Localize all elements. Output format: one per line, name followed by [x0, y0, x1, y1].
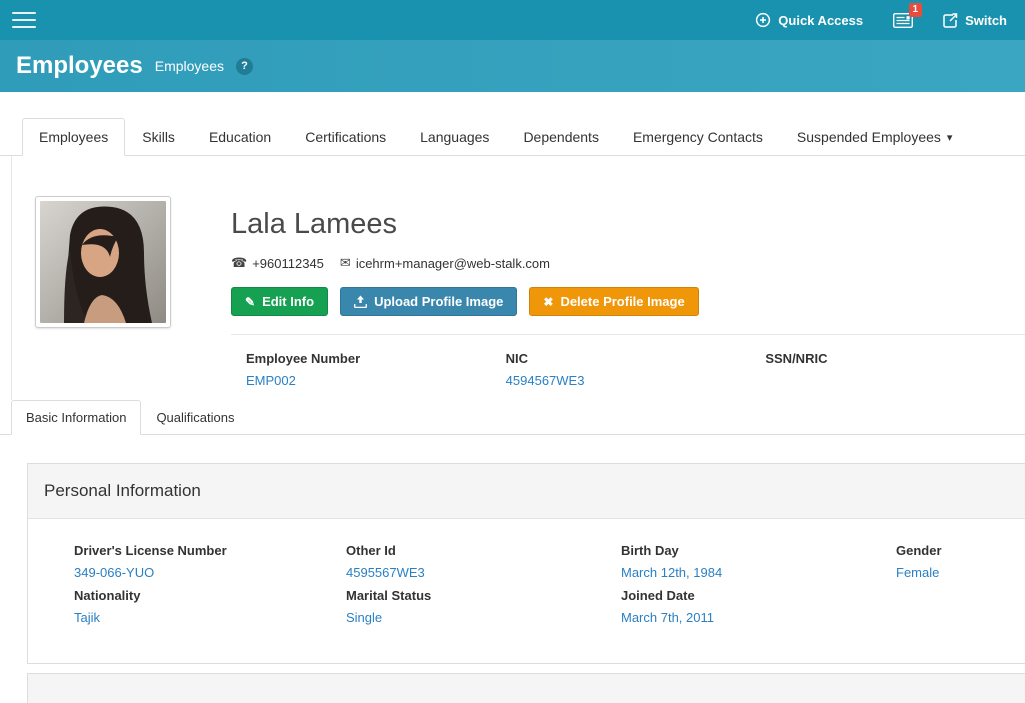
panel-title: Personal Information: [28, 464, 1025, 519]
caret-down-icon: ▾: [947, 131, 953, 144]
tab-certifications[interactable]: Certifications: [288, 118, 403, 156]
field-value: EMP002: [246, 373, 506, 388]
main-content: Employees Skills Education Certification…: [0, 92, 1025, 703]
field-label: NIC: [506, 351, 766, 366]
page-header: Employees Employees ?: [0, 40, 1025, 92]
tab-qualifications[interactable]: Qualifications: [141, 400, 249, 435]
help-icon[interactable]: ?: [236, 58, 253, 75]
tab-languages[interactable]: Languages: [403, 118, 506, 156]
employee-phone-value: +960112345: [252, 256, 324, 271]
summary-field-ssn-nric: SSN/NRIC: [765, 351, 1025, 388]
field-label: Nationality: [74, 588, 346, 603]
field-other-id: Other Id 4595567WE3: [346, 543, 621, 580]
tab-education[interactable]: Education: [192, 118, 288, 156]
tab-skills[interactable]: Skills: [125, 118, 192, 156]
field-nationality: Nationality Tajik: [74, 588, 346, 625]
upload-profile-image-label: Upload Profile Image: [374, 294, 503, 309]
personal-information-panel: Personal Information Driver's License Nu…: [27, 463, 1025, 664]
page-title: Employees: [16, 52, 143, 80]
quick-access-button[interactable]: Quick Access: [755, 12, 863, 28]
switch-label: Switch: [965, 13, 1007, 28]
profile-detail-tabs: Basic Information Qualifications: [0, 400, 1025, 435]
delete-profile-image-label: Delete Profile Image: [560, 294, 684, 309]
phone-icon: ☎: [231, 255, 247, 271]
field-birth-day: Birth Day March 12th, 1984: [621, 543, 896, 580]
field-gender: Gender Female: [896, 543, 1025, 580]
field-empty: [896, 588, 1025, 625]
tab-dependents[interactable]: Dependents: [506, 118, 616, 156]
quick-access-icon: [755, 12, 771, 28]
field-label: Employee Number: [246, 351, 506, 366]
field-drivers-license-number: Driver's License Number 349-066-YUO: [74, 543, 346, 580]
topbar-right: Quick Access 1 Switch: [755, 12, 1007, 28]
employee-phone: ☎ +960112345: [231, 255, 324, 271]
field-value: March 7th, 2011: [621, 610, 896, 625]
switch-button[interactable]: Switch: [943, 13, 1007, 28]
tab-emergency-contacts[interactable]: Emergency Contacts: [616, 118, 780, 156]
tab-employees[interactable]: Employees: [22, 118, 125, 156]
upload-profile-image-button[interactable]: Upload Profile Image: [340, 287, 517, 316]
upload-icon: [354, 295, 367, 308]
notifications-button[interactable]: 1: [893, 13, 913, 28]
personal-information-fields: Driver's License Number 349-066-YUO Othe…: [28, 519, 1025, 663]
field-label: Birth Day: [621, 543, 896, 558]
delete-profile-image-button[interactable]: ✖ Delete Profile Image: [529, 287, 698, 316]
field-label: Joined Date: [621, 588, 896, 603]
field-marital-status: Marital Status Single: [346, 588, 621, 625]
divider: [231, 334, 1025, 335]
field-value: Tajik: [74, 610, 346, 625]
employee-name: Lala Lamees: [231, 208, 1025, 241]
email-icon: ✉: [340, 255, 351, 271]
profile-photo: [35, 196, 171, 328]
employee-email: ✉ icehrm+manager@web-stalk.com: [340, 255, 550, 271]
field-joined-date: Joined Date March 7th, 2011: [621, 588, 896, 625]
field-value: 349-066-YUO: [74, 565, 346, 580]
switch-icon: [943, 13, 958, 28]
field-label: SSN/NRIC: [765, 351, 1025, 366]
edit-info-label: Edit Info: [262, 294, 314, 309]
field-value: March 12th, 1984: [621, 565, 896, 580]
next-panel-header: [27, 673, 1025, 703]
quick-access-label: Quick Access: [778, 13, 863, 28]
delete-icon: ✖: [543, 295, 553, 309]
tab-suspended-employees[interactable]: Suspended Employees ▾: [780, 118, 970, 156]
summary-field-nic: NIC 4594567WE3: [506, 351, 766, 388]
field-label: Gender: [896, 543, 1025, 558]
profile-section: Lala Lamees ☎ +960112345 ✉ icehrm+manage…: [11, 156, 1025, 400]
field-value: 4595567WE3: [346, 565, 621, 580]
employee-email-value: icehrm+manager@web-stalk.com: [356, 256, 550, 271]
topbar: Quick Access 1 Switch: [0, 0, 1025, 40]
breadcrumb: Employees: [155, 58, 224, 74]
edit-info-button[interactable]: ✎ Edit Info: [231, 287, 328, 316]
field-label: Other Id: [346, 543, 621, 558]
field-label: Driver's License Number: [74, 543, 346, 558]
tab-basic-information[interactable]: Basic Information: [11, 400, 141, 435]
field-value: 4594567WE3: [506, 373, 766, 388]
edit-icon: ✎: [245, 295, 255, 309]
summary-field-employee-number: Employee Number EMP002: [246, 351, 506, 388]
notification-badge: 1: [909, 3, 923, 17]
field-value: Female: [896, 565, 1025, 580]
field-label: Marital Status: [346, 588, 621, 603]
employee-module-tabs: Employees Skills Education Certification…: [0, 118, 1025, 156]
tab-suspended-employees-label: Suspended Employees: [797, 129, 941, 145]
field-value: Single: [346, 610, 621, 625]
employee-summary-fields: Employee Number EMP002 NIC 4594567WE3 SS…: [231, 351, 1025, 388]
menu-icon[interactable]: [10, 3, 38, 37]
